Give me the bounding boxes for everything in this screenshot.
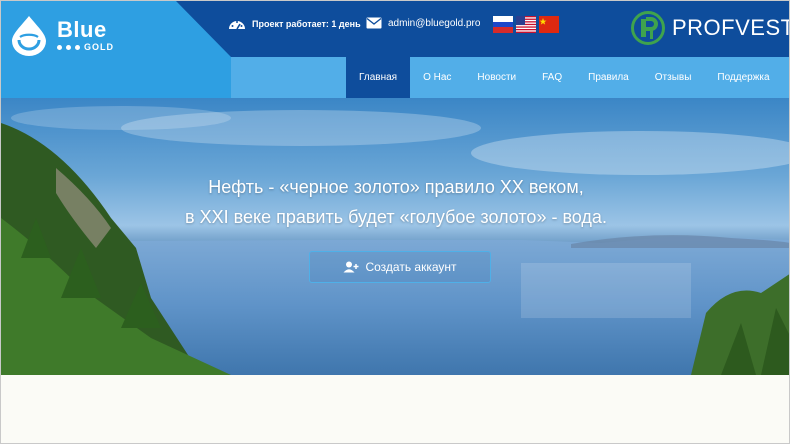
logo-subtitle: GOLD (84, 41, 114, 52)
nav-item-support[interactable]: Поддержка (704, 57, 782, 98)
russia-flag-icon[interactable] (493, 16, 513, 33)
envelope-icon (366, 17, 382, 29)
hero-banner: Нефть - «черное золото» правило XX веком… (1, 98, 789, 375)
lake-landscape-image (1, 106, 789, 375)
nav-item-faq[interactable]: FAQ (529, 57, 575, 98)
site-logo[interactable]: Blue GOLD (7, 13, 114, 57)
add-user-icon (343, 261, 359, 273)
profvest-text: PROFVEST (672, 15, 790, 40)
nav-item-reviews[interactable]: Отзывы (642, 57, 705, 98)
usa-flag-icon[interactable] (516, 16, 536, 33)
hero-line-2: в XXI веке править будет «голубое золото… (185, 207, 607, 227)
nav-item-rules[interactable]: Правила (575, 57, 642, 98)
hero-slogan: Нефть - «черное золото» правило XX веком… (1, 172, 789, 232)
page: Blue GOLD Проект работает: 1 день admin@… (0, 0, 790, 444)
logo-dot (75, 44, 80, 50)
china-flag-icon[interactable] (539, 16, 559, 33)
logo-dot (57, 44, 62, 50)
language-switcher (493, 16, 559, 33)
profvest-logo-icon (631, 11, 665, 45)
create-account-label: Создать аккаунт (365, 260, 457, 274)
nav-item-about[interactable]: О Нас (410, 57, 464, 98)
logo-title: Blue (57, 16, 107, 42)
nav-item-news[interactable]: Новости (464, 57, 529, 98)
main-nav: Главная О Нас Новости FAQ Правила Отзывы… (346, 57, 783, 98)
water-drop-icon (12, 16, 46, 56)
contact-email[interactable]: admin@bluegold.pro (366, 17, 480, 29)
project-uptime: Проект работает: 1 день (228, 17, 361, 31)
uptime-text: Проект работает: 1 день (252, 19, 361, 29)
content-area (1, 375, 789, 443)
profvest-brand: PROFVEST (630, 10, 790, 46)
nav-item-home[interactable]: Главная (346, 57, 411, 98)
hero-line-1: Нефть - «черное золото» правило XX веком… (208, 177, 584, 197)
email-text: admin@bluegold.pro (388, 17, 481, 29)
create-account-button[interactable]: Создать аккаунт (309, 251, 491, 283)
speedometer-icon (229, 21, 245, 30)
logo-dot (66, 44, 71, 50)
